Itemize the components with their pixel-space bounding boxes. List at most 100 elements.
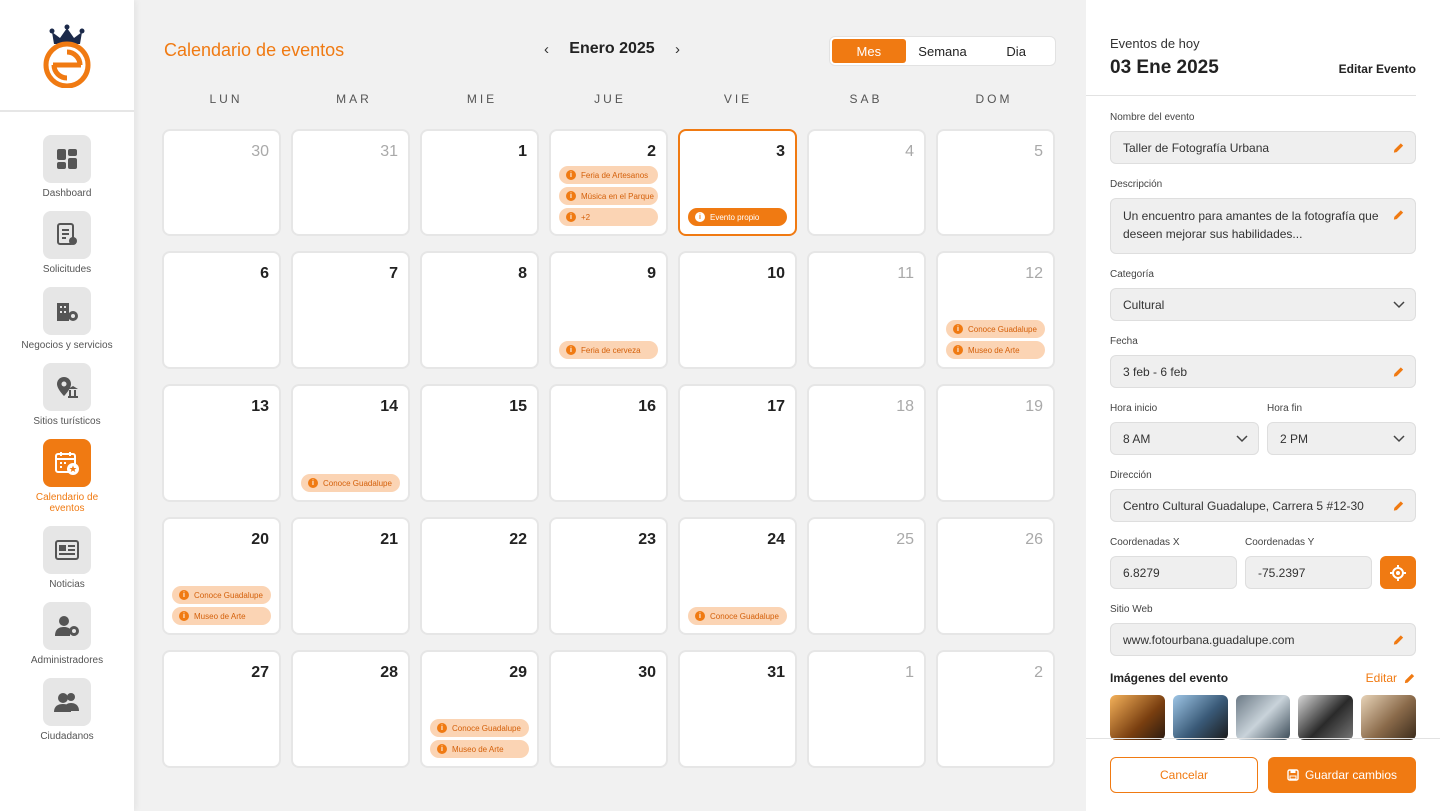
day-number: 25: [896, 531, 914, 548]
pencil-icon[interactable]: [1392, 633, 1405, 646]
sidebar-item-noticias[interactable]: Noticias: [17, 526, 117, 590]
save-button[interactable]: Guardar cambios: [1268, 757, 1416, 793]
weekday-label: VIE: [723, 92, 753, 106]
calendar-day-cell[interactable]: 1: [807, 650, 926, 768]
sidebar-item-negocios[interactable]: Negocios y servicios: [17, 287, 117, 351]
info-icon: i: [695, 611, 705, 621]
category-select[interactable]: Cultural: [1110, 288, 1416, 321]
day-number: 14: [380, 398, 398, 415]
calendar-day-cell[interactable]: 29 i Conoce Guadalupe i Museo de Arte: [420, 650, 539, 768]
calendar-day-cell[interactable]: 9 i Feria de cerveza: [549, 251, 668, 369]
sidebar-item-calendario[interactable]: Calendario de eventos: [17, 439, 117, 514]
event-name-input[interactable]: Taller de Fotografía Urbana: [1110, 131, 1416, 164]
coord-y-input[interactable]: -75.2397: [1245, 556, 1372, 589]
calendar-day-cell[interactable]: 6: [162, 251, 281, 369]
pencil-icon[interactable]: [1392, 365, 1405, 378]
chevron-right-icon[interactable]: ›: [675, 41, 680, 58]
coord-x-input[interactable]: 6.8279: [1110, 556, 1237, 589]
calendar-day-cell[interactable]: 14 i Conoce Guadalupe: [291, 384, 410, 502]
calendar-day-cell[interactable]: 12 i Conoce Guadalupe i Museo de Arte: [936, 251, 1055, 369]
calendar-day-cell[interactable]: 24 i Conoce Guadalupe: [678, 517, 797, 635]
pencil-icon[interactable]: [1392, 499, 1405, 512]
address-input[interactable]: Centro Cultural Guadalupe, Carrera 5 #12…: [1110, 489, 1416, 522]
day-events: i Evento propio: [688, 208, 787, 226]
calendar-day-cell[interactable]: 21: [291, 517, 410, 635]
day-number: 6: [260, 265, 269, 282]
cancel-button[interactable]: Cancelar: [1110, 757, 1258, 793]
event-chip[interactable]: i Museo de Arte: [946, 341, 1045, 359]
calendar-day-cell[interactable]: 19: [936, 384, 1055, 502]
calendar-day-cell[interactable]: 3 i Evento propio: [678, 129, 797, 236]
calendar-day-cell[interactable]: 10: [678, 251, 797, 369]
event-chip[interactable]: i Conoce Guadalupe: [946, 320, 1045, 338]
event-image-thumbnail[interactable]: [1235, 695, 1291, 740]
event-chip[interactable]: i Conoce Guadalupe: [430, 719, 529, 737]
event-image-thumbnail[interactable]: [1361, 695, 1416, 740]
sidebar-item-solicitudes[interactable]: Solicitudes: [17, 211, 117, 275]
calendar-day-cell[interactable]: 16: [549, 384, 668, 502]
event-chip[interactable]: i Música en el Parque: [559, 187, 658, 205]
calendar-day-cell[interactable]: 30: [549, 650, 668, 768]
chevron-left-icon[interactable]: ‹: [544, 41, 549, 58]
calendar-day-cell[interactable]: 5: [936, 129, 1055, 236]
view-semana-button[interactable]: Semana: [906, 39, 980, 63]
field-label: Coordenadas X: [1110, 537, 1180, 548]
calendar-day-cell[interactable]: 2 i Feria de Artesanos i Música en el Parque…: [549, 129, 668, 236]
event-image-thumbnail[interactable]: [1172, 695, 1228, 740]
calendar-day-cell[interactable]: 23: [549, 517, 668, 635]
sidebar-item-label: Negocios y servicios: [21, 340, 113, 351]
start-time-select[interactable]: 8 AM: [1110, 422, 1259, 455]
sidebar-item-administradores[interactable]: Administradores: [17, 602, 117, 666]
calendar-day-cell[interactable]: 17: [678, 384, 797, 502]
calendar-day-cell[interactable]: 30: [162, 129, 281, 236]
calendar-day-cell[interactable]: 13: [162, 384, 281, 502]
app-logo[interactable]: [0, 0, 134, 112]
calendar-day-cell[interactable]: 25: [807, 517, 926, 635]
event-chip[interactable]: i Evento propio: [688, 208, 787, 226]
calendar-day-cell[interactable]: 31: [678, 650, 797, 768]
calendar-day-cell[interactable]: 20 i Conoce Guadalupe i Museo de Arte: [162, 517, 281, 635]
sidebar-item-ciudadanos[interactable]: Ciudadanos: [17, 678, 117, 742]
locate-button[interactable]: [1380, 556, 1416, 589]
event-chip[interactable]: i Conoce Guadalupe: [172, 586, 271, 604]
event-chip[interactable]: i +2: [559, 208, 658, 226]
save-label: Guardar cambios: [1304, 768, 1398, 782]
sidebar-item-sitios[interactable]: Sitios turísticos: [17, 363, 117, 427]
calendar-day-cell[interactable]: 26: [936, 517, 1055, 635]
event-image-thumbnail[interactable]: [1298, 695, 1354, 740]
calendar-day-cell[interactable]: 22: [420, 517, 539, 635]
day-events: i Conoce Guadalupe i Museo de Arte: [430, 719, 529, 758]
calendar-day-cell[interactable]: 2: [936, 650, 1055, 768]
event-chip[interactable]: i Feria de Artesanos: [559, 166, 658, 184]
view-dia-button[interactable]: Dia: [979, 39, 1053, 63]
calendar-day-cell[interactable]: 1: [420, 129, 539, 236]
calendar-day-cell[interactable]: 7: [291, 251, 410, 369]
description-textarea[interactable]: Un encuentro para amantes de la fotograf…: [1110, 198, 1416, 254]
event-chip[interactable]: i Conoce Guadalupe: [688, 607, 787, 625]
event-chip[interactable]: i Museo de Arte: [172, 607, 271, 625]
pencil-icon[interactable]: [1392, 141, 1405, 154]
sidebar-item-dashboard[interactable]: Dashboard: [17, 135, 117, 199]
calendar-day-cell[interactable]: 15: [420, 384, 539, 502]
images-edit-link[interactable]: Editar: [1366, 671, 1416, 685]
date-input[interactable]: 3 feb - 6 feb: [1110, 355, 1416, 388]
day-events: i Conoce Guadalupe i Museo de Arte: [946, 320, 1045, 359]
coordinates-row: Coordenadas X 6.8279 Coordenadas Y -75.2…: [1110, 537, 1416, 604]
calendar-day-cell[interactable]: 28: [291, 650, 410, 768]
event-chip[interactable]: i Conoce Guadalupe: [301, 474, 400, 492]
view-mes-button[interactable]: Mes: [832, 39, 906, 63]
calendar-day-cell[interactable]: 8: [420, 251, 539, 369]
event-image-thumbnail[interactable]: [1110, 695, 1165, 740]
end-time-select[interactable]: 2 PM: [1267, 422, 1416, 455]
event-chip[interactable]: i Museo de Arte: [430, 740, 529, 758]
calendar-day-cell[interactable]: 27: [162, 650, 281, 768]
calendar-day-cell[interactable]: 31: [291, 129, 410, 236]
website-input[interactable]: www.fotourbana.guadalupe.com: [1110, 623, 1416, 656]
calendar-day-cell[interactable]: 11: [807, 251, 926, 369]
calendar-day-cell[interactable]: 18: [807, 384, 926, 502]
save-disk-icon: [1287, 769, 1299, 781]
calendar-day-cell[interactable]: 4: [807, 129, 926, 236]
pencil-icon[interactable]: [1392, 209, 1405, 222]
event-chip[interactable]: i Feria de cerveza: [559, 341, 658, 359]
edit-event-link[interactable]: Editar Evento: [1339, 62, 1416, 76]
